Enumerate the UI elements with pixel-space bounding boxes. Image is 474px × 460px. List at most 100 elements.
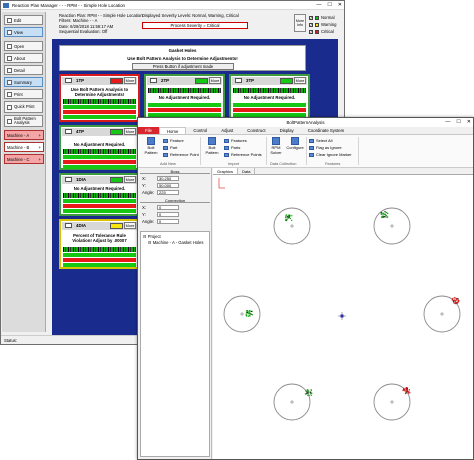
normal-bar xyxy=(63,105,136,109)
normal-bar xyxy=(63,199,136,203)
tab-file[interactable]: File xyxy=(138,127,159,134)
tab-construct[interactable]: Construct xyxy=(240,127,272,134)
open-button[interactable]: Open xyxy=(4,41,43,51)
connection-x-input[interactable]: 0 xyxy=(157,205,179,210)
close-icon[interactable]: ✕ xyxy=(467,119,471,125)
tile-2tp[interactable]: 2TP More No Adjustment Required. xyxy=(144,74,225,122)
minimize-icon[interactable]: — xyxy=(445,119,450,125)
about-button[interactable]: About xyxy=(4,53,43,63)
hole-center-mark xyxy=(390,400,394,404)
reference-point-icon xyxy=(163,152,168,157)
legend-critical[interactable]: ✓ Critical xyxy=(309,28,336,35)
tile-3tp[interactable]: 3TP More No Adjustment Required. xyxy=(229,74,310,122)
machine-c-item[interactable]: Machine - C + xyxy=(4,154,44,164)
print-button[interactable]: Print xyxy=(4,89,43,99)
import-bolt-pattern-button[interactable]: Bolt Pattern xyxy=(202,137,222,155)
trend-strip xyxy=(148,88,221,93)
critical-bar xyxy=(63,258,136,262)
quick-print-button[interactable]: Quick Print xyxy=(4,101,43,113)
bolt-hole[interactable] xyxy=(223,295,261,333)
import-reference-points-button[interactable]: Reference Points xyxy=(224,152,262,157)
measurement-point xyxy=(383,216,385,218)
maximize-icon[interactable]: ☐ xyxy=(456,119,460,125)
ribbon: Bolt Pattern Feature Part Reference Poin… xyxy=(138,135,473,168)
tab-data[interactable]: Data xyxy=(238,168,256,174)
clear-icon xyxy=(309,152,314,157)
add-part-button[interactable]: Part xyxy=(163,145,177,150)
bolt-hole[interactable] xyxy=(373,207,411,245)
minimize-icon[interactable]: — xyxy=(316,2,321,8)
bolt-hole[interactable] xyxy=(423,295,461,333)
bolt-hole[interactable] xyxy=(273,383,313,421)
tree-item-machine[interactable]: ⊟ Machine - A - Gasket Holes xyxy=(143,240,207,246)
add-reference-point-button[interactable]: Reference Point xyxy=(163,152,199,157)
view-button[interactable]: View xyxy=(4,27,43,37)
measurement-point xyxy=(451,299,453,301)
bolt-hole[interactable] xyxy=(273,207,311,245)
info-bar: Reaction Plan: RPM - - Simple Hole Locat… xyxy=(47,12,344,39)
boss-angle-input[interactable]: 225 xyxy=(157,190,179,195)
tab-graphics[interactable]: Graphics xyxy=(213,168,239,174)
more-button[interactable]: More xyxy=(124,77,136,84)
detail-button[interactable]: Detail xyxy=(4,65,43,75)
more-button[interactable]: More xyxy=(294,77,306,84)
machine-b-item[interactable]: Machine - B + xyxy=(4,142,44,152)
severity-select[interactable]: Process Severity = Critical xyxy=(142,22,248,29)
flag-as-ignore-button[interactable]: Flag as Ignore xyxy=(309,145,342,150)
edit-button[interactable]: Edit xyxy=(4,15,43,25)
boss-x-row: X: 30.250 xyxy=(142,176,179,181)
import-parts-button[interactable]: Parts xyxy=(224,145,240,150)
boss-y-input[interactable]: 50.000 xyxy=(157,183,179,188)
clear-ignore-marker-button[interactable]: Clear Ignore Marker xyxy=(309,152,352,157)
machine-a-item[interactable]: Machine - A + xyxy=(4,130,44,140)
add-feature-button[interactable]: Feature xyxy=(163,138,184,143)
more-button[interactable]: More xyxy=(209,77,221,84)
graphics-canvas[interactable] xyxy=(213,175,473,459)
connection-angle-input[interactable]: 0 xyxy=(157,219,179,224)
tile-4dia[interactable]: 4DIA More Percent of Tolerance Rule Viola… xyxy=(59,219,140,269)
checkbox-icon[interactable]: ✓ xyxy=(309,22,313,27)
tab-adjust[interactable]: Adjust xyxy=(214,127,240,134)
more-info-button[interactable]: More Info xyxy=(294,14,306,32)
add-bolt-pattern-button[interactable]: Bolt Pattern xyxy=(141,137,161,155)
import-features-button[interactable]: Features xyxy=(224,138,247,143)
checkbox-icon[interactable]: ✓ xyxy=(309,29,313,34)
close-icon[interactable]: ✕ xyxy=(338,2,342,8)
tab-control[interactable]: Control xyxy=(186,127,214,134)
more-button[interactable]: More xyxy=(124,176,136,183)
import-group-label: Import xyxy=(228,161,240,166)
configure-button[interactable]: Configure xyxy=(286,137,304,151)
main-title-bar: Reaction Plan Manager - - - RPM - - Simp… xyxy=(1,1,344,10)
measurement-point xyxy=(387,216,389,218)
more-button[interactable]: More xyxy=(124,222,136,229)
more-button[interactable]: More xyxy=(124,128,136,135)
tile-1tp[interactable]: 1TP More Use Bolt Pattern Analysis to Det… xyxy=(59,74,140,122)
ribbon-separator xyxy=(358,137,359,165)
critical-bar xyxy=(63,110,136,114)
tab-coordinate-system[interactable]: Coordinate System xyxy=(301,127,352,134)
boss-x-input[interactable]: 30.250 xyxy=(157,176,179,181)
legend-warning[interactable]: ✓ Warning xyxy=(309,21,336,28)
connection-y-input[interactable]: 0 xyxy=(157,212,179,217)
rpm-solver-button[interactable]: RPM Solver xyxy=(268,137,284,155)
printer-icon xyxy=(7,91,12,97)
measurement-point xyxy=(288,216,290,218)
bolt-pattern-analysis-button[interactable]: Bolt Pattern Analysis xyxy=(4,115,43,127)
summary-button[interactable]: Summary xyxy=(4,77,43,87)
measurement-point xyxy=(305,393,307,395)
tile-message: No Adjustment Required. xyxy=(243,95,296,100)
tab-display[interactable]: Display xyxy=(273,127,301,134)
folder-icon xyxy=(7,43,12,49)
adjustment-made-button[interactable]: Press Button if adjustment made xyxy=(132,63,234,70)
severity-legend: ✓ Normal ✓ Warning ✓ Critical xyxy=(309,14,336,35)
measurement-cluster xyxy=(402,387,411,395)
checkbox-icon[interactable]: ✓ xyxy=(309,15,313,20)
tile-1dia[interactable]: 1DIA More No Adjustment Required. xyxy=(59,173,140,216)
tile-4tp[interactable]: 4TP More No Adjustment Required. xyxy=(59,125,140,170)
tab-home[interactable]: Home xyxy=(158,127,187,134)
legend-normal[interactable]: ✓ Normal xyxy=(309,14,336,21)
maximize-icon[interactable]: ☐ xyxy=(327,2,331,8)
select-all-button[interactable]: Select All xyxy=(309,138,332,143)
bolt-pattern-title: BoltPatternAnalysis xyxy=(138,118,473,127)
bolt-hole[interactable] xyxy=(373,383,411,421)
